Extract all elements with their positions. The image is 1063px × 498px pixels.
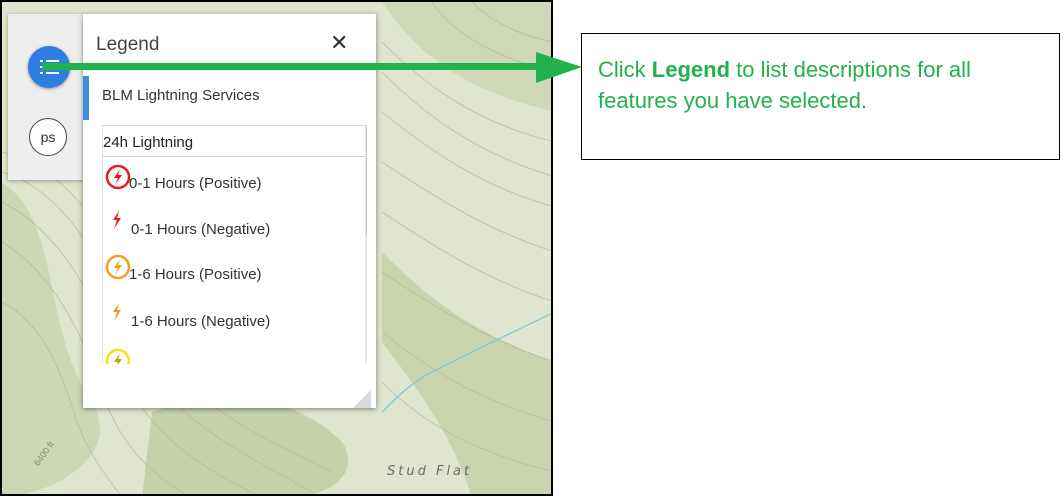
instruction-callout: Click Legend to list descriptions for al… bbox=[581, 33, 1060, 160]
callout-bold: Legend bbox=[651, 57, 731, 82]
lightning-negative-icon bbox=[113, 211, 121, 229]
resize-handle[interactable] bbox=[353, 390, 371, 408]
callout-text: Click Legend to list descriptions for al… bbox=[598, 57, 971, 113]
legend-item: 1-6 Hours (Positive) bbox=[103, 254, 353, 294]
arrow-icon bbox=[42, 52, 582, 83]
legend-item-label: 1-6 Hours (Negative) bbox=[131, 313, 271, 330]
lightning-positive-icon bbox=[105, 254, 131, 280]
layer-item-label: BLM Lightning Services bbox=[102, 87, 260, 104]
legend-list[interactable]: 24h Lightning 0-1 Hours (Positive) 0-1 H… bbox=[102, 125, 367, 364]
scrollbar-thumb[interactable] bbox=[366, 126, 367, 236]
legend-item: 0-1 Hours (Positive) bbox=[103, 162, 353, 202]
lightning-negative-icon bbox=[113, 303, 121, 321]
legend-item bbox=[103, 348, 353, 364]
ps-button[interactable]: ps bbox=[29, 118, 67, 156]
divider bbox=[103, 156, 365, 157]
legend-item: 1-6 Hours (Negative) bbox=[103, 302, 353, 342]
map-toolbar: ps bbox=[8, 14, 84, 180]
legend-item: 0-1 Hours (Negative) bbox=[103, 210, 353, 250]
lightning-positive-icon bbox=[105, 348, 131, 364]
lightning-positive-icon bbox=[105, 164, 131, 190]
legend-item-label: 0-1 Hours (Negative) bbox=[131, 221, 271, 238]
legend-item-label: 0-1 Hours (Positive) bbox=[129, 175, 262, 192]
legend-item-label: 1-6 Hours (Positive) bbox=[129, 266, 262, 283]
map-place-label: Stud Flat bbox=[387, 464, 473, 479]
legend-group-title: 24h Lightning bbox=[103, 134, 194, 151]
